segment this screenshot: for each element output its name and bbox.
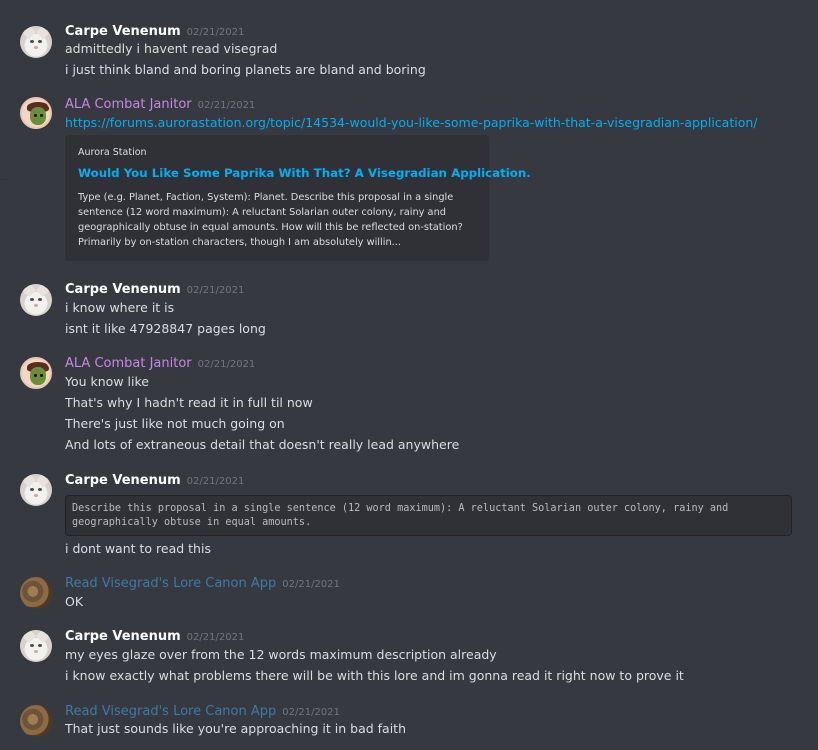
- cat-avatar-icon[interactable]: [20, 26, 52, 58]
- message-author[interactable]: Carpe Venenum 02/21/2021: [65, 24, 244, 41]
- code-block-text: Describe this proposal in a single sente…: [72, 502, 728, 530]
- message-text: That's why I hadn't read it in full til …: [65, 395, 313, 410]
- message-author[interactable]: Carpe Venenum 02/21/2021: [65, 282, 244, 299]
- message-link-line: https://forums.aurorastation.org/topic/1…: [65, 115, 758, 131]
- message-text: i just think bland and boring planets ar…: [65, 62, 426, 77]
- embed-title[interactable]: Would You Like Some Paprika With That? A…: [78, 166, 531, 180]
- message-timestamp: 02/21/2021: [186, 632, 245, 643]
- cat-avatar-icon[interactable]: [20, 474, 52, 506]
- message-timestamp: 02/21/2021: [282, 707, 340, 718]
- embed-description-line: geographically obtuse in equal amounts. …: [78, 222, 463, 233]
- message-link[interactable]: https://forums.aurorastation.org/topic/1…: [65, 115, 758, 130]
- message-author[interactable]: ALA Combat Janitor 02/21/2021: [65, 356, 255, 373]
- rock-avatar-icon[interactable]: [20, 705, 52, 737]
- cat-avatar-icon[interactable]: [20, 284, 52, 316]
- embed-provider[interactable]: Aurora Station: [78, 147, 147, 158]
- message-text: And lots of extraneous detail that doesn…: [65, 437, 460, 452]
- embed-description-line: Primarily by on-station characters, thou…: [78, 237, 402, 248]
- message-text: That just sounds like you're approaching…: [65, 721, 407, 736]
- code-block: Describe this proposal in a single sente…: [65, 495, 792, 536]
- message-text: i dont want to read this: [65, 541, 211, 556]
- embed-description-line: sentence (12 word maximum): A reluctant …: [78, 207, 446, 218]
- message-text: There's just like not much going on: [65, 416, 285, 431]
- message-timestamp: 02/21/2021: [197, 359, 256, 370]
- channel-edge-divider: [0, 179, 8, 180]
- message-text: You know like: [65, 374, 149, 389]
- link-embed: Aurora Station Would You Like Some Papri…: [65, 135, 531, 261]
- code-line: Describe this proposal in a single sente…: [72, 503, 729, 514]
- message-text: i know where it is: [65, 300, 175, 315]
- message-author[interactable]: Read Visegrad's Lore Canon App 02/21/2021: [65, 704, 340, 721]
- message-text: i know exactly what problems there will …: [65, 668, 684, 683]
- embed-description: Type (e.g. Planet, Faction, System): Pla…: [78, 190, 478, 250]
- message-author[interactable]: Carpe Venenum 02/21/2021: [65, 473, 244, 490]
- message-text: OK: [65, 594, 84, 609]
- message-text: isnt it like 47928847 pages long: [65, 321, 266, 336]
- green-character-avatar-icon[interactable]: [20, 97, 52, 129]
- rock-avatar-icon[interactable]: [20, 577, 52, 609]
- cat-avatar-icon[interactable]: [20, 630, 52, 662]
- green-character-avatar-icon[interactable]: [20, 357, 52, 389]
- message-text: admittedly i havent read visegrad: [65, 41, 278, 56]
- message-author[interactable]: Carpe Venenum 02/21/2021: [65, 629, 244, 646]
- message-author[interactable]: ALA Combat Janitor 02/21/2021: [65, 97, 255, 114]
- embed-description-line: Type (e.g. Planet, Faction, System): Pla…: [78, 192, 454, 203]
- message-text: my eyes glaze over from the 12 words max…: [65, 647, 497, 662]
- message-timestamp: 02/21/2021: [197, 100, 256, 111]
- message-timestamp: 02/21/2021: [186, 27, 245, 38]
- message-timestamp: 02/21/2021: [282, 579, 340, 590]
- code-line: geographically obtuse in equal amounts.: [72, 517, 312, 528]
- message-timestamp: 02/21/2021: [186, 285, 245, 296]
- message-timestamp: 02/21/2021: [186, 476, 245, 487]
- message-author[interactable]: Read Visegrad's Lore Canon App 02/21/2021: [65, 576, 340, 593]
